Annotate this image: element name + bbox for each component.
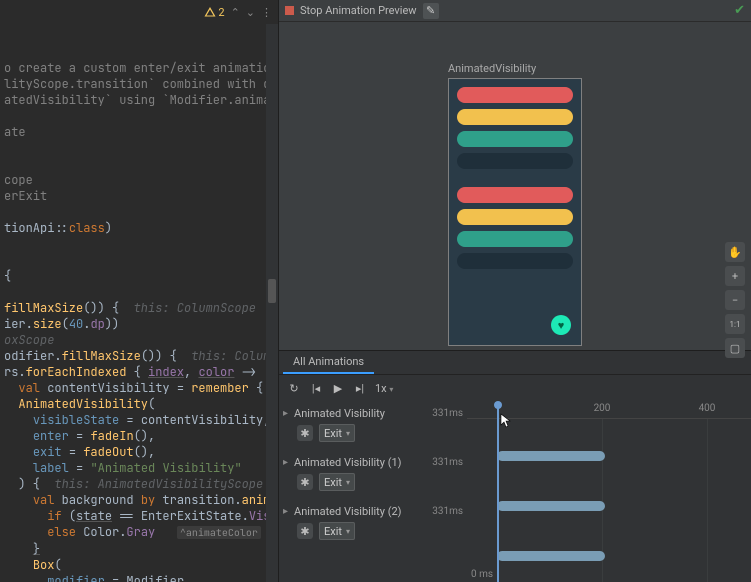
expand-icon[interactable]: ▸ xyxy=(283,408,288,419)
chevron-down-icon: ▾ xyxy=(346,527,350,536)
chevron-down-icon: ▾ xyxy=(346,429,350,438)
chevron-down-icon: ▾ xyxy=(389,385,393,394)
animation-track-list: ▸ Animated Visibility 331ms ✱ Exit ▾ ▸ Animated… xyxy=(279,401,467,582)
color-bar xyxy=(457,209,573,225)
heart-icon: ♥ xyxy=(558,319,565,332)
color-bar xyxy=(457,87,573,103)
animation-panel: All Animations ↻ |◂ ▶ ▸| 1x ▾ ▸ Animated … xyxy=(279,350,751,582)
timeline-ruler[interactable]: 2004006008001000 xyxy=(467,401,751,419)
animation-name: Animated Visibility xyxy=(294,407,385,420)
code-body[interactable]: o create a custom enter/exit animation f… xyxy=(0,24,278,582)
code-inspection-bar: 2 ⌃ ⌄ ⋮ xyxy=(0,0,278,24)
animation-name: Animated Visibility (2) xyxy=(294,505,401,518)
color-bar xyxy=(457,131,573,147)
state-value: Exit xyxy=(324,427,342,440)
chevron-down-icon: ▾ xyxy=(346,478,350,487)
skip-end-button[interactable]: ▸| xyxy=(353,381,367,395)
timeline-clip[interactable] xyxy=(497,551,605,561)
animation-timeline[interactable]: 2004006008001000 0 ms xyxy=(467,401,751,582)
timeline-clip[interactable] xyxy=(497,451,605,461)
timeline-clip[interactable] xyxy=(497,501,605,511)
expand-icon[interactable]: ▸ xyxy=(283,457,288,468)
zero-ms-label: 0 ms xyxy=(471,569,493,580)
build-success-icon: ✔ xyxy=(734,3,745,18)
animation-duration: 331ms xyxy=(432,408,463,419)
fab-favorite[interactable]: ♥ xyxy=(551,315,571,335)
ruler-tick: 200 xyxy=(594,403,611,414)
stop-icon[interactable] xyxy=(285,6,294,15)
animation-name: Animated Visibility (1) xyxy=(294,456,401,469)
play-button[interactable]: ▶ xyxy=(331,381,345,395)
device-label: AnimatedVisibility xyxy=(448,62,582,75)
state-value: Exit xyxy=(324,476,342,489)
tab-all-animations[interactable]: All Animations xyxy=(283,351,374,374)
freeze-button[interactable]: ✱ xyxy=(297,523,313,539)
state-value: Exit xyxy=(324,525,342,538)
preview-panel: Stop Animation Preview ✎ ✔ AnimatedVisib… xyxy=(278,0,751,582)
animation-item: ▸ Animated Visibility (1) 331ms ✱ Exit ▾ xyxy=(283,456,463,491)
color-bar xyxy=(457,231,573,247)
code-editor-panel: 2 ⌃ ⌄ ⋮ o create a custom enter/exit ani… xyxy=(0,0,278,582)
warning-icon xyxy=(204,6,216,18)
preview-title: Stop Animation Preview xyxy=(300,4,417,17)
animation-duration: 331ms xyxy=(432,457,463,468)
skip-start-button[interactable]: |◂ xyxy=(309,381,323,395)
fit-button[interactable]: ▢ xyxy=(725,338,745,358)
animation-item: ▸ Animated Visibility 331ms ✱ Exit ▾ xyxy=(283,407,463,442)
animation-duration: 331ms xyxy=(432,506,463,517)
expand-icon[interactable]: ▸ xyxy=(283,506,288,517)
state-dropdown[interactable]: Exit ▾ xyxy=(319,522,355,540)
freeze-button[interactable]: ✱ xyxy=(297,425,313,441)
color-bar xyxy=(457,153,573,169)
device-frame: ♥ xyxy=(448,78,582,346)
pan-button[interactable]: ✋ xyxy=(725,242,745,262)
color-bar xyxy=(457,187,573,203)
preview-canvas[interactable]: AnimatedVisibility ♥ ✋+−1:1▢ xyxy=(279,22,751,350)
animation-item: ▸ Animated Visibility (2) 331ms ✱ Exit ▾ xyxy=(283,505,463,540)
animation-tabs: All Animations xyxy=(279,351,751,375)
device-preview: AnimatedVisibility ♥ xyxy=(448,62,582,346)
edit-preview-button[interactable]: ✎ xyxy=(423,3,439,19)
color-bar xyxy=(457,109,573,125)
freeze-button[interactable]: ✱ xyxy=(297,474,313,490)
loop-button[interactable]: ↻ xyxy=(287,381,301,395)
warning-count: 2 xyxy=(218,6,224,19)
playhead[interactable] xyxy=(497,403,499,582)
zoom-in-button[interactable]: + xyxy=(725,266,745,286)
speed-value: 1x xyxy=(375,382,387,395)
speed-selector[interactable]: 1x ▾ xyxy=(375,382,393,395)
preview-side-tools: ✋ + − 1:1 ▢ xyxy=(725,242,745,358)
ruler-tick: 400 xyxy=(699,403,716,414)
state-dropdown[interactable]: Exit ▾ xyxy=(319,473,355,491)
inspection-down-icon[interactable]: ⌄ xyxy=(246,6,255,19)
warning-indicator[interactable]: 2 xyxy=(204,6,224,19)
scrollbar-gutter[interactable] xyxy=(266,24,278,582)
animation-controls: ↻ |◂ ▶ ▸| 1x ▾ xyxy=(279,375,751,401)
zoom-out-button[interactable]: − xyxy=(725,290,745,310)
color-bar xyxy=(457,253,573,269)
state-dropdown[interactable]: Exit ▾ xyxy=(319,424,355,442)
zoom-1-1-button[interactable]: 1:1 xyxy=(725,314,745,334)
inspection-menu-icon[interactable]: ⋮ xyxy=(261,6,272,19)
preview-toolbar: Stop Animation Preview ✎ ✔ xyxy=(279,0,751,22)
inspection-chevron-icon[interactable]: ⌃ xyxy=(231,6,240,19)
